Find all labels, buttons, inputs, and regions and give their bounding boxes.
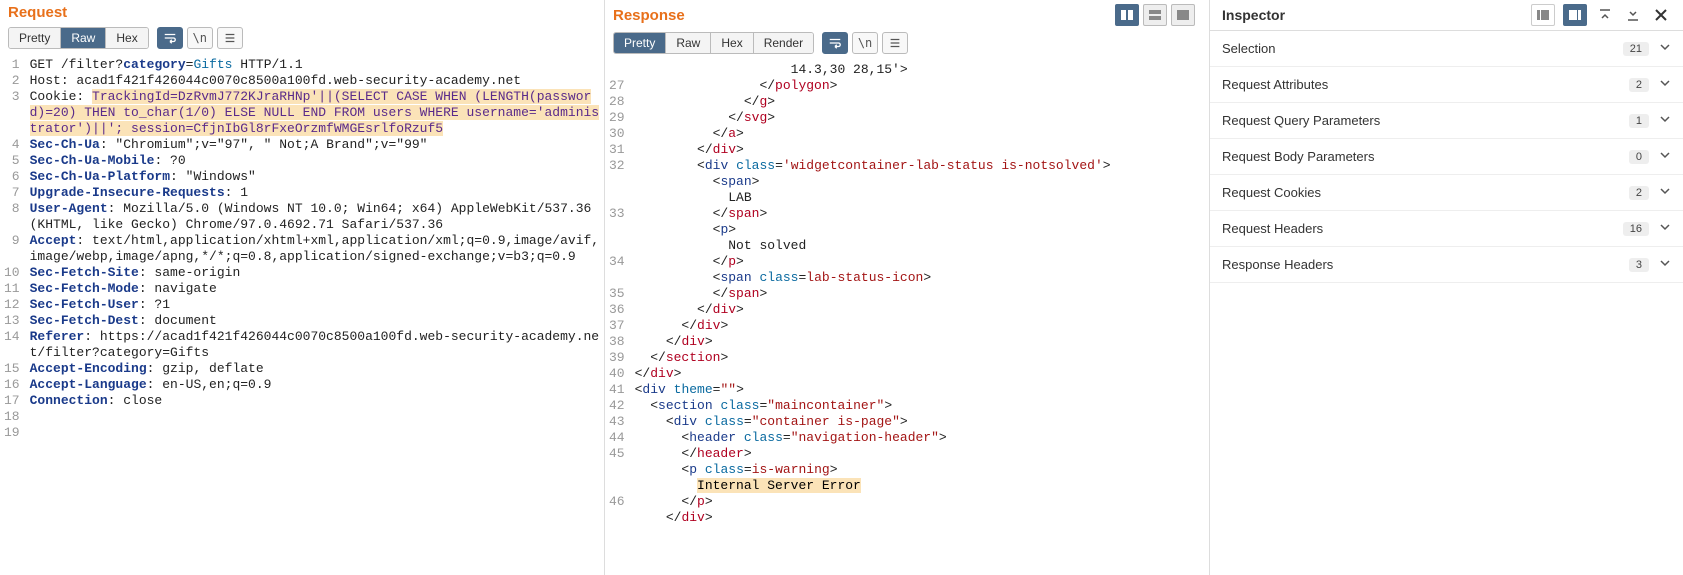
inspector-row-label: Response Headers xyxy=(1222,257,1333,272)
response-view-tabs: Pretty Raw Hex Render xyxy=(613,32,814,54)
count-badge: 21 xyxy=(1623,42,1649,56)
tab-render[interactable]: Render xyxy=(754,33,813,53)
tab-pretty[interactable]: Pretty xyxy=(614,33,666,53)
layout-columns-icon[interactable] xyxy=(1115,4,1139,26)
count-badge: 2 xyxy=(1629,78,1649,92)
tab-hex[interactable]: Hex xyxy=(711,33,753,53)
chevron-down-icon xyxy=(1659,257,1671,272)
layout-switch xyxy=(1115,4,1201,26)
inspector-row[interactable]: Request Query Parameters 1 xyxy=(1210,103,1683,139)
inspector-view-detail-icon[interactable] xyxy=(1563,4,1587,26)
tab-pretty[interactable]: Pretty xyxy=(9,28,61,48)
show-nonprintable-icon[interactable]: \n xyxy=(852,32,878,54)
layout-rows-icon[interactable] xyxy=(1143,4,1167,26)
wrap-lines-icon[interactable] xyxy=(157,27,183,49)
count-badge: 3 xyxy=(1629,258,1649,272)
inspector-row[interactable]: Selection 21 xyxy=(1210,31,1683,67)
collapse-down-icon[interactable] xyxy=(1623,5,1643,25)
chevron-down-icon xyxy=(1659,113,1671,128)
response-toolbar: Pretty Raw Hex Render \n xyxy=(605,26,1209,60)
count-badge: 0 xyxy=(1629,150,1649,164)
request-toolbar: Pretty Raw Hex \n xyxy=(0,21,604,55)
count-badge: 16 xyxy=(1623,222,1649,236)
inspector-title: Inspector xyxy=(1222,7,1285,23)
chevron-down-icon xyxy=(1659,149,1671,164)
chevron-down-icon xyxy=(1659,221,1671,236)
inspector-row-label: Request Headers xyxy=(1222,221,1323,236)
inspector-row[interactable]: Request Cookies 2 xyxy=(1210,175,1683,211)
count-badge: 2 xyxy=(1629,186,1649,200)
inspector-view-list-icon[interactable] xyxy=(1531,4,1555,26)
hamburger-menu-icon[interactable] xyxy=(882,32,908,54)
request-title: Request xyxy=(8,4,67,21)
tab-raw[interactable]: Raw xyxy=(666,33,711,53)
request-view-tabs: Pretty Raw Hex xyxy=(8,27,149,49)
chevron-down-icon xyxy=(1659,185,1671,200)
wrap-lines-icon[interactable] xyxy=(822,32,848,54)
hamburger-menu-icon[interactable] xyxy=(217,27,243,49)
request-editor[interactable]: 12345678910111213141516171819 GET /filte… xyxy=(0,55,604,575)
inspector-row-label: Request Cookies xyxy=(1222,185,1321,200)
request-panel: Request Pretty Raw Hex \n 12345678910111… xyxy=(0,0,605,575)
chevron-down-icon xyxy=(1659,41,1671,56)
inspector-row[interactable]: Response Headers 3 xyxy=(1210,247,1683,283)
inspector-row[interactable]: Request Body Parameters 0 xyxy=(1210,139,1683,175)
response-code[interactable]: 14.3,30 28,15'> </polygon> </g> </svg> <… xyxy=(631,60,1209,575)
response-title: Response xyxy=(613,7,685,24)
inspector-row-label: Request Attributes xyxy=(1222,77,1328,92)
tab-hex[interactable]: Hex xyxy=(106,28,147,48)
request-gutter: 12345678910111213141516171819 xyxy=(0,55,26,575)
inspector-row[interactable]: Request Attributes 2 xyxy=(1210,67,1683,103)
close-icon[interactable] xyxy=(1651,5,1671,25)
count-badge: 1 xyxy=(1629,114,1649,128)
layout-single-icon[interactable] xyxy=(1171,4,1195,26)
response-gutter: 2728293031323334353637383940414243444546 xyxy=(605,60,631,575)
tab-raw[interactable]: Raw xyxy=(61,28,106,48)
inspector-row[interactable]: Request Headers 16 xyxy=(1210,211,1683,247)
inspector-sections: Selection21Request Attributes2Request Qu… xyxy=(1210,31,1683,283)
response-editor[interactable]: 2728293031323334353637383940414243444546… xyxy=(605,60,1209,575)
inspector-row-label: Selection xyxy=(1222,41,1275,56)
chevron-down-icon xyxy=(1659,77,1671,92)
response-panel: Response Pretty Raw Hex Render \n xyxy=(605,0,1210,575)
inspector-row-label: Request Body Parameters xyxy=(1222,149,1374,164)
request-code[interactable]: GET /filter?category=Gifts HTTP/1.1Host:… xyxy=(26,55,604,575)
show-nonprintable-icon[interactable]: \n xyxy=(187,27,213,49)
inspector-panel: Inspector Selection21Request Attributes2… xyxy=(1210,0,1683,575)
expand-up-icon[interactable] xyxy=(1595,5,1615,25)
inspector-row-label: Request Query Parameters xyxy=(1222,113,1380,128)
